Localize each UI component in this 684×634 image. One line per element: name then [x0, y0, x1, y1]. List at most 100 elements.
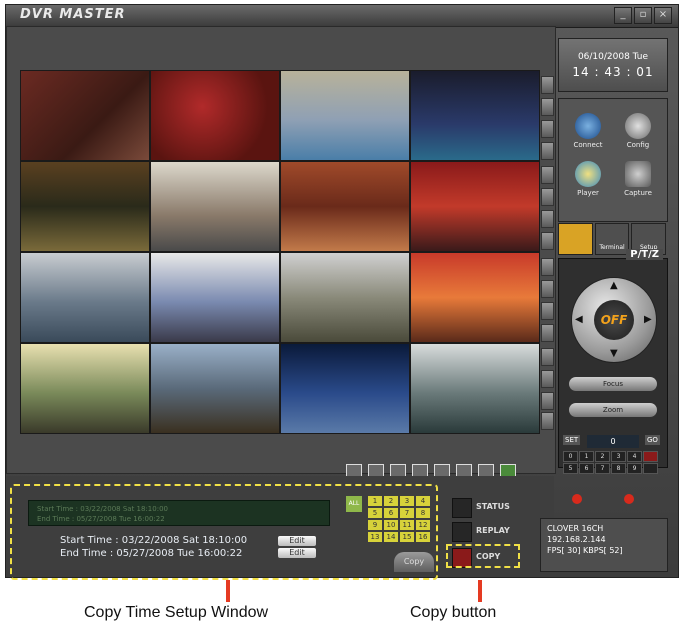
camera-select-button[interactable]	[541, 188, 554, 206]
title-bar: DVR MASTER _ ▫ ×	[6, 5, 678, 28]
preset-clear-key[interactable]	[643, 451, 658, 462]
camera-select-button[interactable]	[541, 258, 554, 276]
player-icon	[575, 161, 601, 187]
clock-display: 06/10/2008 Tue 14 : 43 : 01	[558, 38, 668, 92]
camera-7[interactable]	[280, 161, 410, 252]
camera-8[interactable]	[410, 161, 540, 252]
preset-key[interactable]: 7	[595, 463, 610, 474]
replay-label: REPLAY	[476, 526, 510, 535]
camera-select-button[interactable]	[541, 142, 554, 160]
set-button[interactable]: SET	[563, 435, 581, 445]
connect-button[interactable]: Connect	[565, 113, 611, 149]
app-title: DVR MASTER	[20, 7, 126, 22]
preset-key[interactable]: 6	[579, 463, 594, 474]
preset-key[interactable]: 2	[595, 451, 610, 462]
copy-time-setup-highlight	[10, 484, 438, 580]
camera-14[interactable]	[150, 343, 280, 434]
camera-select-button[interactable]	[541, 166, 554, 184]
replay-icon	[452, 522, 472, 542]
preset-key[interactable]: 4	[627, 451, 642, 462]
player-label: Player	[577, 189, 599, 197]
arrow-up-icon[interactable]: ▲	[610, 280, 618, 291]
ptz-label: P/T/Z	[626, 249, 663, 260]
clock-time: 14 : 43 : 01	[572, 65, 654, 79]
camera-1[interactable]	[20, 70, 150, 161]
replay-button[interactable]: REPLAY	[452, 522, 526, 542]
capture-button[interactable]: Capture	[615, 161, 661, 197]
camera-select-button[interactable]	[541, 348, 554, 366]
minimize-button[interactable]: _	[614, 7, 632, 24]
copy-button-pointer	[478, 580, 482, 602]
config-button[interactable]: Config	[615, 113, 661, 149]
preset-key[interactable]: 5	[563, 463, 578, 474]
camera-select-button[interactable]	[541, 280, 554, 298]
restore-button[interactable]: ▫	[634, 7, 652, 24]
camera-4[interactable]	[410, 70, 540, 161]
camera-select-button[interactable]	[541, 120, 554, 138]
device-ip: 192.168.2.144	[547, 535, 606, 544]
connect-icon	[575, 113, 601, 139]
preset-key[interactable]	[643, 463, 658, 474]
preset-key[interactable]: 1	[579, 451, 594, 462]
config-icon	[625, 113, 651, 139]
preset-numpad: 0 1 2 3 4 5 6 7 8 9	[563, 451, 663, 474]
camera-9[interactable]	[20, 252, 150, 343]
camera-select-button[interactable]	[541, 98, 554, 116]
player-button[interactable]: Player	[565, 161, 611, 197]
focus-control[interactable]: Focus	[569, 377, 657, 391]
ptz-off-button[interactable]: OFF	[594, 300, 634, 340]
camera-2[interactable]	[150, 70, 280, 161]
camera-5[interactable]	[20, 161, 150, 252]
device-stats: FPS[ 30] KBPS[ 52]	[547, 546, 623, 555]
preset-key[interactable]: 0	[563, 451, 578, 462]
preset-value[interactable]: 0	[587, 435, 639, 448]
tab-terminal[interactable]: Terminal	[594, 223, 630, 255]
camera-10[interactable]	[150, 252, 280, 343]
preset-key[interactable]: 8	[611, 463, 626, 474]
ptz-direction-ring[interactable]: ▲ ▼ ◀ ▶ OFF	[571, 277, 657, 363]
camera-13[interactable]	[20, 343, 150, 434]
copy-window-pointer	[226, 580, 230, 602]
camera-select-button[interactable]	[541, 392, 554, 410]
status-label: STATUS	[476, 502, 510, 511]
camera-select-button[interactable]	[541, 232, 554, 250]
camera-select-button[interactable]	[541, 370, 554, 388]
audio-left-icon[interactable]	[572, 494, 582, 504]
camera-grid	[20, 70, 540, 434]
status-button[interactable]: STATUS	[452, 498, 526, 518]
caption-copy-button: Copy button	[410, 604, 497, 621]
caption-copy-time-setup: Copy Time Setup Window	[84, 604, 269, 621]
camera-12[interactable]	[410, 252, 540, 343]
ptz-panel: P/T/Z ▲ ▼ ◀ ▶ OFF Focus Zoom SET 0 GO 0 …	[558, 249, 668, 474]
audio-right-icon[interactable]	[624, 494, 634, 504]
copy-button-highlight	[446, 544, 520, 568]
clock-date: 06/10/2008 Tue	[577, 52, 649, 62]
device-info: CLOVER 16CH 192.168.2.144 FPS[ 30] KBPS[…	[540, 518, 668, 572]
preset-key[interactable]: 3	[611, 451, 626, 462]
window-controls: _ ▫ ×	[614, 7, 672, 24]
capture-label: Capture	[624, 189, 652, 197]
go-button[interactable]: GO	[645, 435, 660, 445]
zoom-control[interactable]: Zoom	[569, 403, 657, 417]
camera-select-button[interactable]	[541, 324, 554, 342]
camera-select-button[interactable]	[541, 302, 554, 320]
camera-select-button[interactable]	[541, 76, 554, 94]
preset-row: SET 0 GO	[563, 435, 663, 449]
preset-key[interactable]: 9	[627, 463, 642, 474]
capture-icon	[625, 161, 651, 187]
arrow-left-icon[interactable]: ◀	[575, 314, 583, 325]
camera-15[interactable]	[280, 343, 410, 434]
camera-select-button[interactable]	[541, 210, 554, 228]
camera-3[interactable]	[280, 70, 410, 161]
camera-11[interactable]	[280, 252, 410, 343]
arrow-right-icon[interactable]: ▶	[644, 314, 652, 325]
arrow-down-icon[interactable]: ▼	[610, 348, 618, 359]
tab-monitor[interactable]	[558, 223, 593, 255]
connect-label: Connect	[573, 141, 603, 149]
camera-16[interactable]	[410, 343, 540, 434]
camera-select-button[interactable]	[541, 412, 554, 430]
function-buttons: Connect Config Player Capture	[558, 98, 668, 222]
config-label: Config	[626, 141, 650, 149]
close-button[interactable]: ×	[654, 7, 672, 24]
camera-6[interactable]	[150, 161, 280, 252]
